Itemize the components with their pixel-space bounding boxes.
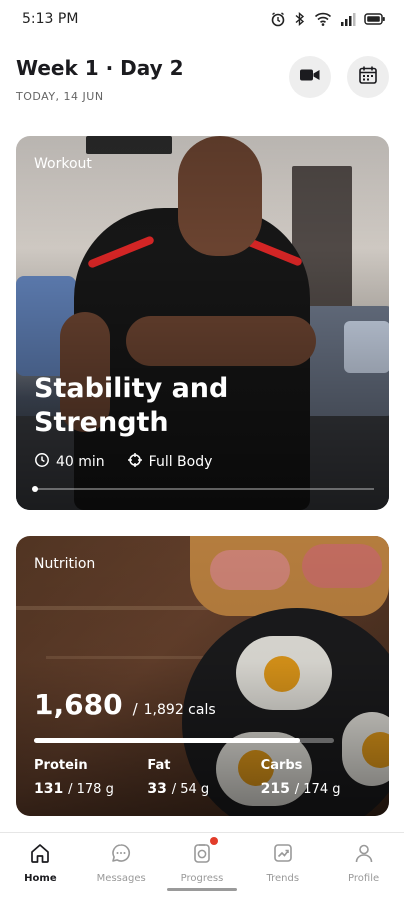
alarm-icon <box>270 11 286 31</box>
nav-profile[interactable]: Profile <box>323 833 404 900</box>
workout-label: Workout <box>34 156 92 172</box>
nav-trends[interactable]: Trends <box>242 833 323 900</box>
macro-goal: / 54 g <box>171 782 210 797</box>
chat-icon <box>109 841 133 865</box>
carousel-dot <box>32 486 38 492</box>
page-date: TODAY, 14 JUN <box>16 90 104 103</box>
macros-row: Protein 131 / 178 g Fat 33 / 54 g Carbs … <box>34 758 374 797</box>
page-title: Week 1 · Day 2 <box>16 56 184 80</box>
status-bar: 5:13 PM <box>0 0 404 40</box>
calendar-icon <box>358 65 378 89</box>
profile-icon <box>352 841 376 865</box>
calorie-progress-fill <box>34 738 301 743</box>
target-icon <box>127 452 143 472</box>
workout-focus-text: Full Body <box>148 454 213 470</box>
calorie-goal: 1,892 cals <box>143 702 216 718</box>
bluetooth-icon <box>294 11 306 31</box>
nav-label: Trends <box>266 873 300 884</box>
clock-icon <box>34 452 50 472</box>
workout-meta: 40 min Full Body <box>34 452 234 472</box>
macro-value: 33 <box>147 781 167 797</box>
workout-card[interactable]: Workout Stability and Strength 40 min Fu… <box>16 136 389 510</box>
calorie-summary: 1,680 / 1,892 cals <box>34 688 216 721</box>
notification-badge <box>209 837 218 845</box>
status-icons <box>270 11 386 31</box>
macro-name: Fat <box>147 758 171 773</box>
calories-consumed: 1,680 <box>34 688 123 721</box>
workout-duration-text: 40 min <box>56 454 105 470</box>
nutrition-card[interactable]: Nutrition 1,680 / 1,892 cals Protein 131… <box>16 536 389 816</box>
nav-messages[interactable]: Messages <box>81 833 162 900</box>
home-indicator <box>167 888 237 891</box>
macro-value: 215 <box>260 781 290 797</box>
battery-icon <box>364 11 386 31</box>
video-call-button[interactable] <box>289 56 331 98</box>
calorie-progress-bar <box>34 738 334 743</box>
home-icon <box>28 841 52 865</box>
nav-home[interactable]: Home <box>0 833 81 900</box>
calories-separator: / <box>132 700 138 718</box>
page-header: Week 1 · Day 2 TODAY, 14 JUN <box>0 44 404 114</box>
macro-carbs: Carbs 215 / 174 g <box>261 758 374 797</box>
video-camera-icon <box>299 67 321 87</box>
progress-icon <box>190 841 214 865</box>
trends-icon <box>271 841 295 865</box>
macro-protein: Protein 131 / 178 g <box>34 758 147 797</box>
workout-focus: Full Body <box>127 452 213 472</box>
macro-fat: Fat 33 / 54 g <box>147 758 260 797</box>
macro-goal: / 174 g <box>294 782 341 797</box>
signal-icon <box>340 11 356 31</box>
nav-label: Progress <box>180 873 224 884</box>
macro-value: 131 <box>34 781 64 797</box>
workout-title: Stability and Strength <box>34 373 229 438</box>
status-time: 5:13 PM <box>22 11 79 27</box>
nav-label: Home <box>24 873 57 884</box>
macro-name: Carbs <box>260 758 303 773</box>
calendar-button[interactable] <box>347 56 389 98</box>
carousel-indicator <box>32 486 374 492</box>
nutrition-label: Nutrition <box>34 556 96 572</box>
nav-label: Profile <box>348 873 380 884</box>
macro-name: Protein <box>34 758 88 773</box>
workout-duration: 40 min <box>34 452 105 472</box>
wifi-icon <box>314 11 332 31</box>
macro-goal: / 178 g <box>68 782 114 797</box>
nav-label: Messages <box>96 873 146 884</box>
